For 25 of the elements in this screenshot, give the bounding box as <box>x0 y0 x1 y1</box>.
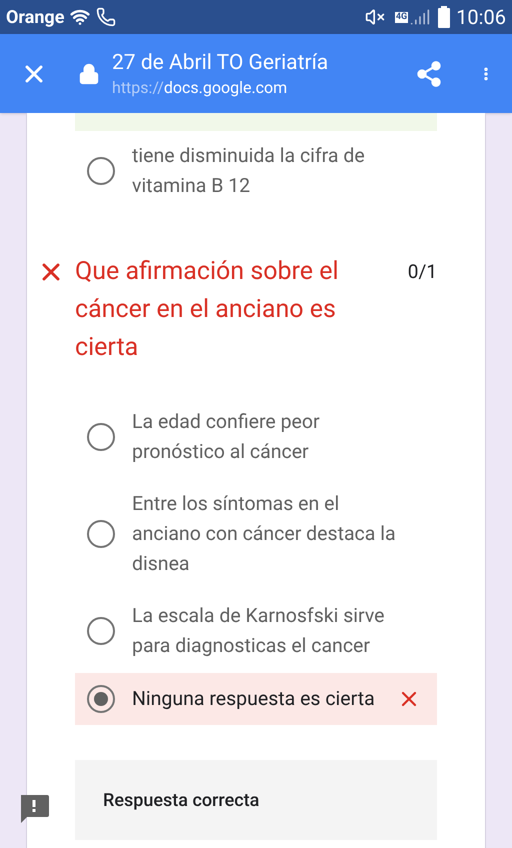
score: 0/1 <box>408 259 437 285</box>
signal-icon <box>410 7 430 27</box>
carrier-name: Orange <box>6 6 64 30</box>
lock-icon <box>78 62 100 86</box>
question-title: Que afirmación sobre el cáncer en el anciano es cierta <box>75 256 340 364</box>
option-text: Entre los síntomas en el anciano con cáncer destaca la disnea <box>132 491 397 577</box>
clock: 10:06 <box>456 4 506 31</box>
option-text: La edad confiere peor pronóstico al cáncer <box>132 409 321 465</box>
wifi-icon <box>70 7 90 27</box>
share-icon <box>415 60 443 88</box>
option-text: tiene disminuida la cifra de vitamina B 12 <box>132 143 366 199</box>
radio-button[interactable] <box>87 157 115 185</box>
radio-button[interactable] <box>87 520 115 548</box>
radio-button[interactable] <box>87 685 115 713</box>
option-text: Ninguna respuesta es cierta <box>132 686 376 712</box>
radio-button[interactable] <box>87 617 115 645</box>
page-url: https://docs.google.com <box>112 76 288 98</box>
network-type: 4G <box>394 12 408 22</box>
option-text: La escala de Karnosfski sirve para diagnosticas el cancer <box>132 603 386 659</box>
battery-icon <box>438 6 450 28</box>
feedback-heading: Respuesta correcta <box>103 790 260 811</box>
page-title: 27 de Abril TO Geriatría <box>112 50 330 76</box>
feedback-icon[interactable] <box>19 794 49 824</box>
mute-icon <box>364 7 385 27</box>
radio-button[interactable] <box>87 423 115 451</box>
